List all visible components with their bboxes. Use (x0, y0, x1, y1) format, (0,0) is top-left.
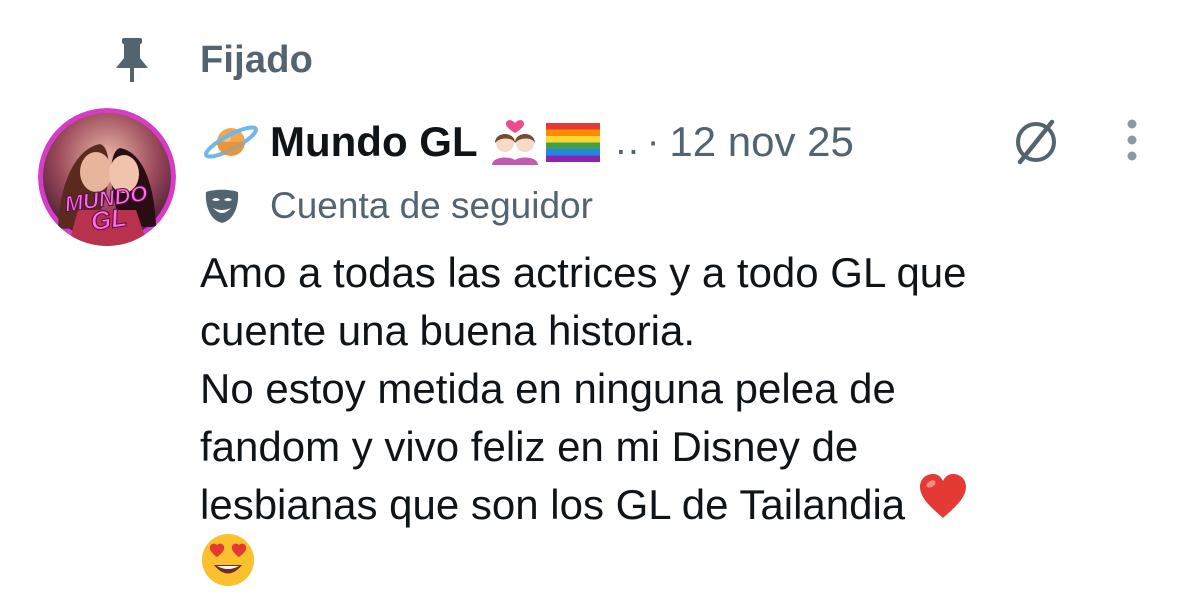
grok-button[interactable] (1000, 116, 1072, 172)
post-date[interactable]: 12 nov 25 (669, 118, 854, 166)
red-heart-emoji (917, 472, 969, 535)
ringed-planet-icon (200, 118, 262, 166)
post-line: Amo a todas las actrices y a todo GL que (200, 249, 967, 296)
display-name[interactable]: Mundo GL (270, 118, 478, 166)
account-label: Cuenta de seguidor (200, 180, 593, 232)
avatar[interactable]: MUNDO GL (38, 108, 176, 246)
svg-text:GL: GL (89, 202, 129, 237)
heart-eyes-emoji (200, 532, 256, 603)
pin-icon (112, 32, 152, 88)
more-options-button[interactable] (1110, 112, 1154, 172)
emoji-line (200, 534, 1160, 592)
post-line: fandom y vivo feliz en mi Disney de (200, 423, 859, 470)
post-line: No estoy metida en ninguna pelea de (200, 365, 896, 412)
more-vertical-icon (1126, 118, 1138, 167)
name-truncation: .. (615, 120, 641, 163)
pinned-label: Fijado (200, 38, 314, 81)
pinned-indicator: Fijado (112, 30, 313, 90)
post-line-with-heart: lesbianas que son los GL de Tailandia (200, 474, 1160, 534)
account-label-text: Cuenta de seguidor (270, 185, 593, 226)
couple-with-heart-women-emoji (490, 118, 540, 166)
rainbow-flag-emoji (544, 118, 602, 166)
separator-dot: · (646, 120, 660, 163)
post-line: lesbianas que son los GL de Tailandia (200, 481, 906, 528)
grok-icon (1008, 118, 1064, 171)
post-body: Amo a todas las actrices y a todo GL que… (200, 244, 1160, 592)
performing-arts-mask-icon (200, 184, 244, 228)
post-line: cuente una buena historia. (200, 307, 696, 354)
